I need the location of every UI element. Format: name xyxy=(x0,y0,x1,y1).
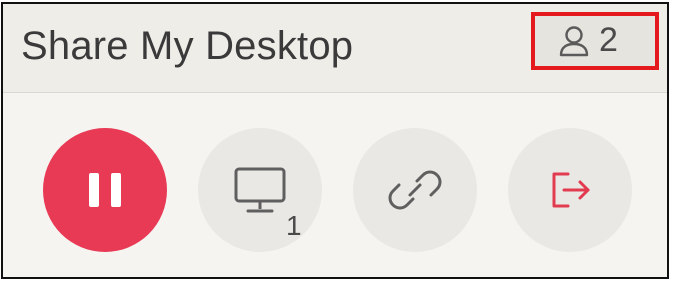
exit-icon xyxy=(542,162,598,218)
window-title: Share My Desktop xyxy=(21,24,354,68)
link-icon xyxy=(383,158,447,222)
toolbar: 1 xyxy=(3,93,667,277)
participants-count: 2 xyxy=(599,21,618,59)
select-screen-button[interactable]: 1 xyxy=(198,128,322,252)
pause-icon xyxy=(83,170,127,210)
leave-button[interactable] xyxy=(508,128,632,252)
participants-button[interactable]: 2 xyxy=(531,12,659,70)
participants-content: 2 xyxy=(557,21,618,59)
person-icon xyxy=(557,24,591,58)
share-link-button[interactable] xyxy=(353,128,477,252)
screen-count-badge: 1 xyxy=(286,210,302,241)
monitor-icon xyxy=(230,163,290,217)
pause-button[interactable] xyxy=(43,128,167,252)
window-header: Share My Desktop 2 xyxy=(3,4,667,93)
share-desktop-window: Share My Desktop 2 1 xyxy=(1,2,669,279)
